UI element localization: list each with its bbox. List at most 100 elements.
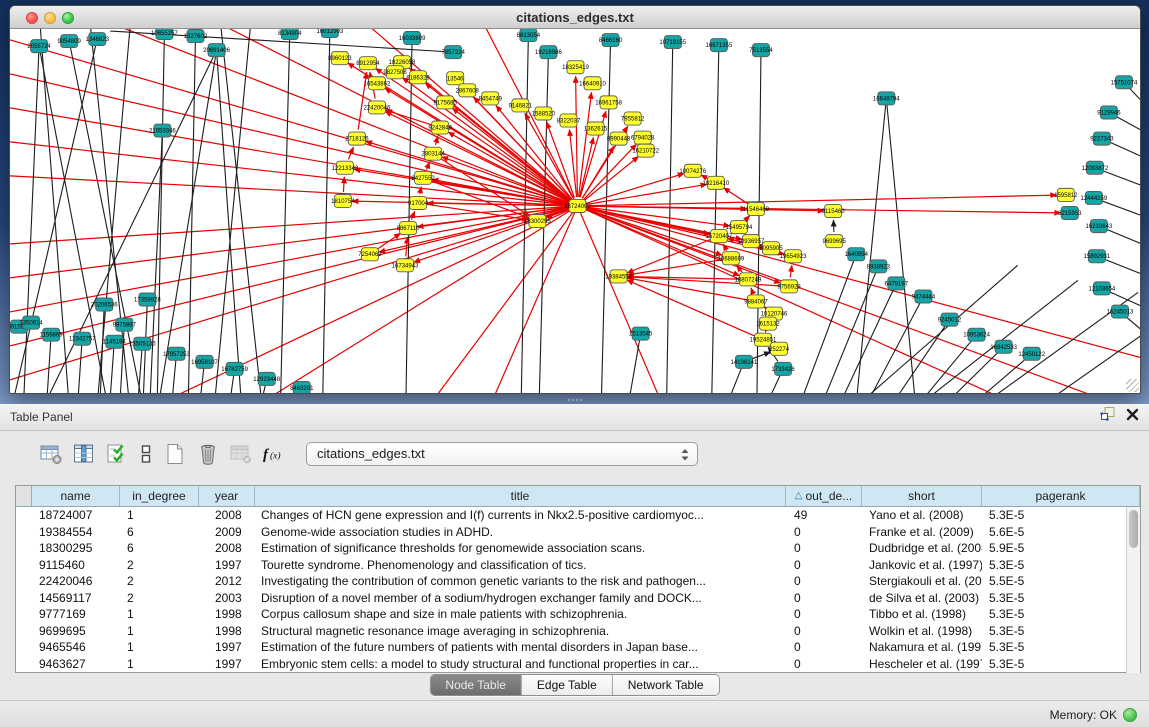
- graph-node[interactable]: 2055724: [27, 40, 51, 53]
- graph-edge[interactable]: [790, 265, 792, 277]
- graph-node[interactable]: 9699695: [822, 235, 846, 248]
- table-row[interactable]: 2242004622012Investigating the contribut…: [16, 573, 1140, 590]
- graph-node[interactable]: 14196141: [731, 355, 758, 368]
- table-row[interactable]: 1938455462009Genome-wide association stu…: [16, 524, 1140, 541]
- graph-node[interactable]: 11546469: [743, 202, 770, 215]
- graph-node[interactable]: 1350614: [19, 316, 43, 329]
- graph-node[interactable]: 1733426: [771, 362, 795, 375]
- graph-node[interactable]: 1615132: [756, 317, 780, 330]
- graph-edge[interactable]: [576, 76, 578, 197]
- table-row[interactable]: 1830029562008Estimation of significance …: [16, 540, 1140, 557]
- graph-edge[interactable]: [221, 29, 261, 393]
- graph-node[interactable]: 1362615: [584, 122, 608, 135]
- graph-node[interactable]: 8427552: [411, 171, 435, 184]
- resize-grip-icon[interactable]: [1126, 379, 1139, 392]
- tab-node-table[interactable]: Node Table: [430, 675, 522, 695]
- graph-node[interactable]: 12450122: [1018, 347, 1045, 360]
- graph-edge[interactable]: [752, 352, 770, 359]
- minimize-traffic-light-icon[interactable]: [44, 12, 56, 24]
- window-titlebar[interactable]: citations_edges.txt: [10, 6, 1140, 29]
- close-panel-icon[interactable]: [1126, 404, 1139, 431]
- table-row[interactable]: 1456911722003Disruption of a novel membe…: [16, 590, 1140, 607]
- zoom-traffic-light-icon[interactable]: [62, 12, 74, 24]
- graph-edge[interactable]: [47, 335, 51, 393]
- table-settings-icon[interactable]: [38, 441, 64, 467]
- graph-node[interactable]: 9474444: [912, 290, 936, 303]
- graph-edge[interactable]: [587, 195, 1057, 206]
- graph-node[interactable]: 8813054: [517, 29, 541, 42]
- table-selector-dropdown[interactable]: citations_edges.txt: [306, 442, 698, 466]
- graph-edge[interactable]: [586, 173, 684, 203]
- table-row[interactable]: 977716911998Corpus callosum shape and si…: [16, 606, 1140, 623]
- graph-node[interactable]: 8938923: [867, 260, 891, 273]
- graph-node[interactable]: 9756928: [777, 280, 801, 293]
- graph-node[interactable]: 10953624: [963, 328, 990, 341]
- graph-edge[interactable]: [585, 156, 639, 200]
- graph-node[interactable]: 15892931: [1084, 250, 1111, 263]
- column-header-in_degree[interactable]: in_degree: [120, 486, 199, 506]
- graph-node[interactable]: 9129946: [1097, 106, 1121, 119]
- graph-node[interactable]: 2867608: [456, 84, 480, 97]
- graph-node[interactable]: 9146821: [509, 99, 533, 112]
- graph-node[interactable]: 1588520: [532, 107, 556, 120]
- graph-edge[interactable]: [138, 344, 142, 393]
- graph-edge[interactable]: [491, 206, 577, 393]
- graph-node[interactable]: 1156869: [40, 328, 64, 341]
- graph-edge[interactable]: [630, 334, 641, 393]
- graph-edge[interactable]: [216, 29, 251, 393]
- graph-node[interactable]: 7955812: [621, 112, 645, 125]
- graph-node[interactable]: 8134904: [278, 29, 302, 40]
- graph-node[interactable]: 9054809: [57, 35, 81, 48]
- tab-network-table[interactable]: Network Table: [613, 675, 719, 695]
- unselect-all-icon[interactable]: [137, 441, 155, 467]
- graph-node[interactable]: 16671355: [706, 39, 733, 52]
- graph-node[interactable]: 10655257: [151, 29, 178, 40]
- graph-node[interactable]: 7513554: [749, 44, 773, 57]
- graph-node[interactable]: 917004: [408, 196, 429, 209]
- graph-edge[interactable]: [406, 237, 408, 256]
- graph-node[interactable]: 19218986: [535, 46, 562, 59]
- tab-edge-table[interactable]: Edge Table: [522, 675, 613, 695]
- graph-node[interactable]: 12923448: [253, 372, 280, 385]
- graph-edge[interactable]: [160, 206, 577, 393]
- graph-node[interactable]: 18325419: [562, 61, 589, 74]
- column-header-year[interactable]: year: [199, 486, 255, 506]
- graph-node[interactable]: 16245013: [1107, 305, 1134, 318]
- graph-edge[interactable]: [886, 98, 914, 393]
- graph-node[interactable]: 8960123: [328, 52, 352, 65]
- graph-edge[interactable]: [751, 288, 753, 293]
- graph-node[interactable]: 16033809: [399, 32, 426, 45]
- graph-node[interactable]: 19654923: [780, 250, 807, 263]
- table-row[interactable]: 1872400712008Changes of HCN gene express…: [16, 507, 1140, 524]
- graph-node[interactable]: 8990448: [607, 132, 631, 145]
- graph-node[interactable]: 1346823: [86, 33, 110, 46]
- graph-edge[interactable]: [448, 132, 570, 201]
- graph-edge[interactable]: [377, 233, 400, 249]
- graph-edge[interactable]: [427, 162, 430, 169]
- graph-edge[interactable]: [924, 280, 1077, 393]
- graph-node[interactable]: 16640910: [579, 77, 606, 90]
- graph-node[interactable]: 9175685: [433, 96, 457, 109]
- graph-node[interactable]: 2803144: [421, 147, 445, 160]
- graph-node[interactable]: 9115460: [822, 204, 846, 217]
- graph-node[interactable]: 9245012: [938, 313, 962, 326]
- graph-edge[interactable]: [586, 184, 707, 204]
- graph-node[interactable]: 8867110: [397, 222, 421, 235]
- table-vertical-scrollbar[interactable]: [1126, 507, 1140, 673]
- graph-edge[interactable]: [150, 131, 162, 393]
- graph-edge[interactable]: [411, 211, 414, 219]
- table-row[interactable]: 969969511998Structural magnetic resonanc…: [16, 623, 1140, 640]
- graph-edge[interactable]: [627, 278, 747, 300]
- graph-node[interactable]: 8322037: [557, 114, 581, 127]
- graph-node[interactable]: 12444159: [1081, 191, 1108, 204]
- column-header-corner[interactable]: [16, 486, 32, 506]
- graph-node[interactable]: 252274: [769, 342, 790, 355]
- table-row[interactable]: 911546021997Tourette syndrome. Phenomeno…: [16, 557, 1140, 574]
- graph-node[interactable]: 9227343: [1090, 132, 1114, 145]
- graph-node[interactable]: 7857224: [441, 46, 465, 59]
- graph-edge[interactable]: [868, 296, 923, 393]
- graph-edge[interactable]: [323, 31, 330, 393]
- graph-node[interactable]: 8095905: [759, 242, 783, 255]
- graph-node[interactable]: 13546: [447, 72, 465, 85]
- graph-node[interactable]: 10719155: [659, 36, 686, 49]
